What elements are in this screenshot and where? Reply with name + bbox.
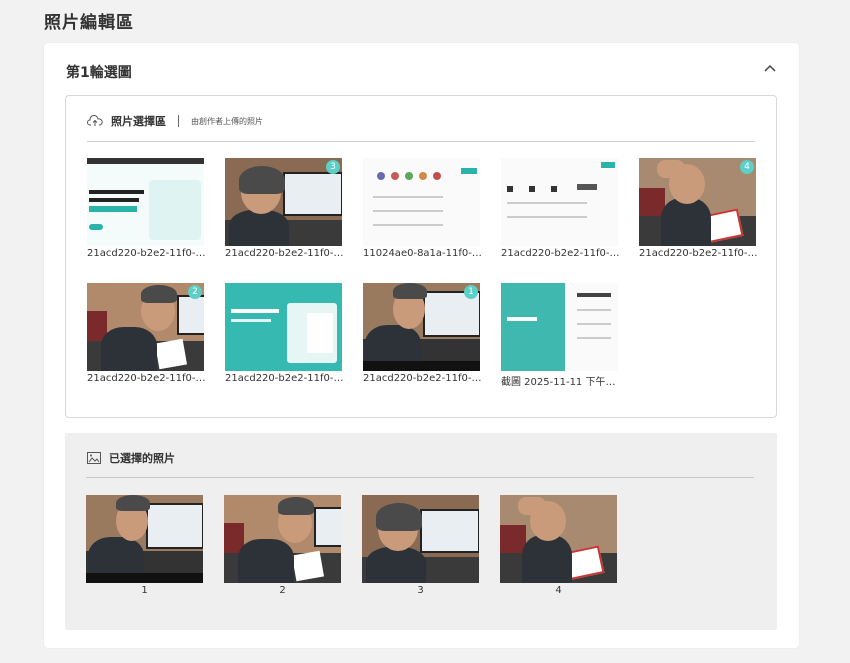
photo-caption: 21acd220-b2e2-11f0-… (363, 373, 482, 384)
photo-caption: 21acd220-b2e2-11f0-… (87, 248, 206, 259)
photo-caption: 截圖 2025-11-11 下午… (501, 377, 616, 388)
selected-photo[interactable]: 1 (86, 495, 203, 596)
photo-caption: 21acd220-b2e2-11f0-… (225, 248, 344, 259)
select-section-subtitle: 由創作者上傳的照片 (191, 116, 263, 126)
collapse-button[interactable] (761, 59, 779, 77)
selection-badge: 2 (188, 285, 202, 299)
photo-image (225, 283, 342, 371)
divider (86, 477, 754, 478)
selected-photo-number: 2 (279, 585, 286, 596)
photo-caption: 21acd220-b2e2-11f0-… (639, 248, 758, 259)
photo-thumb[interactable]: 21acd220-b2e2-11f0-… (225, 283, 343, 384)
photo-thumb[interactable]: 21acd220-b2e2-11f0-… (87, 158, 205, 259)
selected-header: 已選擇的照片 (87, 449, 175, 467)
photo-thumb[interactable]: 3 21acd220-b2e2-11f0-… (225, 158, 343, 259)
select-header: 照片選擇區 由創作者上傳的照片 (87, 111, 263, 131)
header-divider (178, 115, 179, 127)
photo-image (363, 158, 480, 246)
photo-select-section: 照片選擇區 由創作者上傳的照片 21acd220-b2e2-11f0-… 3 2… (65, 95, 777, 418)
photo-image (639, 158, 756, 246)
selected-photo[interactable]: 2 (224, 495, 341, 596)
photo-image (501, 283, 618, 371)
photo-image (86, 495, 203, 583)
selection-badge: 3 (326, 160, 340, 174)
photo-image (87, 283, 204, 371)
photo-thumb[interactable]: 11024ae0-8a1a-11f0-… (363, 158, 482, 259)
photo-image (87, 158, 204, 246)
page-title: 照片編輯區 (44, 13, 134, 33)
selection-badge: 4 (740, 160, 754, 174)
round-title: 第1輪選圖 (66, 65, 132, 81)
selected-photo-number: 4 (555, 585, 562, 596)
photo-image (500, 495, 617, 583)
photo-caption: 21acd220-b2e2-11f0-… (87, 373, 206, 384)
photo-image (225, 158, 342, 246)
photo-thumb[interactable]: 2 21acd220-b2e2-11f0-… (87, 283, 205, 384)
photo-thumb[interactable]: 21acd220-b2e2-11f0-… (501, 158, 619, 259)
photo-caption: 21acd220-b2e2-11f0-… (501, 248, 620, 259)
selected-photo[interactable]: 4 (500, 495, 617, 596)
photo-caption: 11024ae0-8a1a-11f0-… (363, 248, 482, 259)
selected-photos-section: 已選擇的照片 1 2 3 4 (65, 433, 777, 630)
selection-badge: 1 (464, 285, 478, 299)
selected-photo[interactable]: 3 (362, 495, 479, 596)
photo-image (362, 495, 479, 583)
selected-photo-number: 1 (141, 585, 148, 596)
photo-thumb[interactable]: 截圖 2025-11-11 下午… (501, 283, 618, 388)
photo-image (501, 158, 618, 246)
photo-thumb[interactable]: 1 21acd220-b2e2-11f0-… (363, 283, 481, 384)
photo-image (224, 495, 341, 583)
cloud-upload-icon (87, 115, 103, 126)
select-section-label: 照片選擇區 (111, 115, 166, 128)
photo-image (363, 283, 480, 371)
image-icon (87, 452, 101, 464)
selected-section-label: 已選擇的照片 (109, 452, 175, 465)
photo-thumb[interactable]: 4 21acd220-b2e2-11f0-… (639, 158, 757, 259)
divider (87, 141, 755, 142)
photo-caption: 21acd220-b2e2-11f0-… (225, 373, 344, 384)
chevron-up-icon (764, 64, 776, 72)
round-card: 第1輪選圖 照片選擇區 由創作者上傳的照片 21acd220-b2e2-11f0… (44, 43, 799, 648)
selected-photo-number: 3 (417, 585, 424, 596)
